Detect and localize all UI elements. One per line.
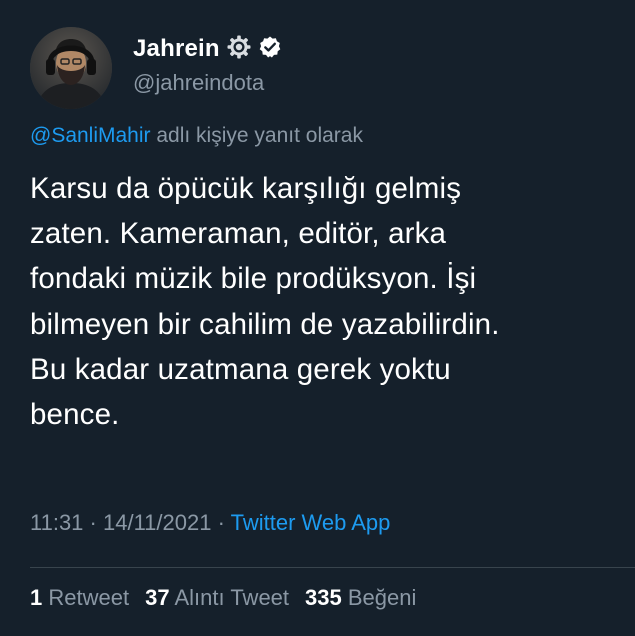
tweet-card: Jahrein @jahreindota @SanliMahir adlı ki… <box>0 0 635 636</box>
quotes-label: Alıntı Tweet <box>174 585 290 610</box>
tweet-text-line: Karsu da öpücük karşılığı gelmiş <box>30 172 462 205</box>
tweet-source-link[interactable]: Twitter Web App <box>231 510 391 535</box>
tweet-stats: 1 Retweet 37 Alıntı Tweet 335 Beğeni <box>30 585 416 611</box>
avatar-image <box>30 27 112 109</box>
tweet-text-line: bence. <box>30 398 120 432</box>
reply-mention-link[interactable]: @SanliMahir <box>30 124 151 147</box>
likes-stat[interactable]: 335 Beğeni <box>305 585 416 611</box>
tweet-metadata: 11:31 · 14/11/2021 · Twitter Web App <box>30 510 390 536</box>
name-row: Jahrein <box>133 34 282 64</box>
reply-context-text: adlı kişiye yanıt olarak <box>150 124 363 147</box>
tweet-time[interactable]: 11:31 <box>30 510 83 535</box>
avatar[interactable] <box>30 27 112 109</box>
tweet-text-line: Bu kadar uzatmana gerek yoktu <box>30 352 451 386</box>
verified-badge-icon <box>258 35 282 64</box>
divider <box>30 567 635 568</box>
likes-count: 335 <box>305 585 342 610</box>
gear-icon <box>226 34 252 65</box>
likes-label: Beğeni <box>347 585 417 610</box>
retweets-count: 1 <box>30 585 43 610</box>
display-name[interactable]: Jahrein <box>133 35 220 63</box>
quotes-count: 37 <box>145 585 170 610</box>
tweet-text: Karsu da öpücük karşılığı gelmiş zaten. … <box>30 166 630 437</box>
reply-context: @SanliMahir adlı kişiye yanıt olarak <box>30 124 363 148</box>
meta-separator: · <box>83 510 103 535</box>
tweet-text-line: fondaki müzik bile prodüksyon. İşi <box>30 262 477 296</box>
tweet-text-line: zaten. Kameraman, editör, arka <box>30 217 447 251</box>
user-handle[interactable]: @jahreindota <box>133 70 264 96</box>
tweet-text-line: bilmeyen bir cahilim de yazabilirdin. <box>30 307 500 341</box>
tweet-date[interactable]: 14/11/2021 <box>103 510 211 535</box>
retweets-stat[interactable]: 1 Retweet <box>30 585 129 611</box>
meta-separator: · <box>211 510 231 535</box>
quotes-stat[interactable]: 37 Alıntı Tweet <box>145 585 289 611</box>
retweets-label: Retweet <box>48 585 130 610</box>
